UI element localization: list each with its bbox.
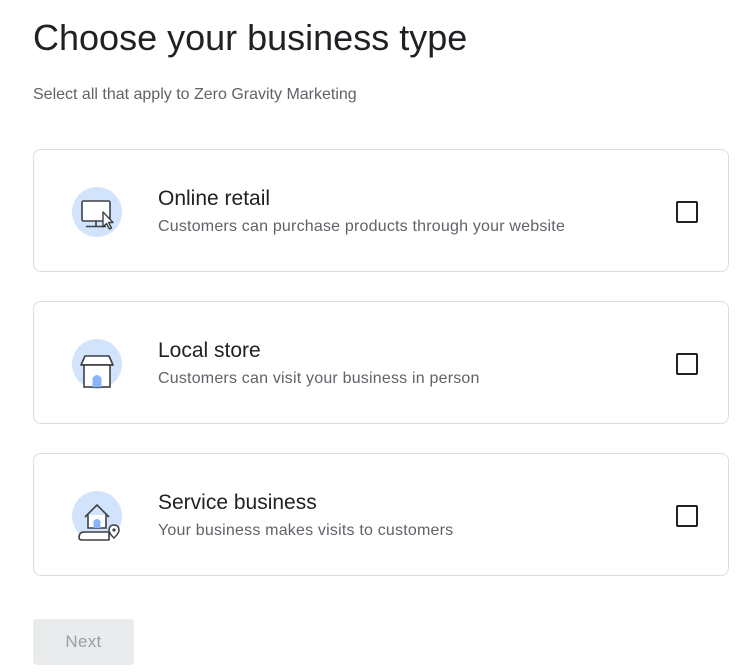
option-card-online-retail[interactable]: Online retail Customers can purchase pro… — [33, 149, 729, 272]
option-title: Local store — [158, 339, 261, 362]
option-card-local-store[interactable]: Local store Customers can visit your bus… — [33, 301, 729, 424]
house-location-icon — [69, 488, 125, 544]
computer-cursor-icon — [69, 184, 125, 240]
page-title: Choose your business type — [33, 17, 468, 58]
option-card-service-business[interactable]: Service business Your business makes vis… — [33, 453, 729, 576]
service-business-checkbox[interactable] — [676, 505, 698, 527]
option-description: Customers can purchase products through … — [158, 218, 566, 235]
page-subtitle: Select all that apply to Zero Gravity Ma… — [33, 86, 357, 103]
next-button[interactable]: Next — [33, 619, 134, 665]
storefront-icon — [69, 336, 125, 392]
option-description: Customers can visit your business in per… — [158, 370, 480, 387]
local-store-checkbox[interactable] — [676, 353, 698, 375]
online-retail-checkbox[interactable] — [676, 201, 698, 223]
option-title: Service business — [158, 491, 317, 514]
option-description: Your business makes visits to customers — [158, 522, 454, 539]
option-title: Online retail — [158, 187, 271, 210]
